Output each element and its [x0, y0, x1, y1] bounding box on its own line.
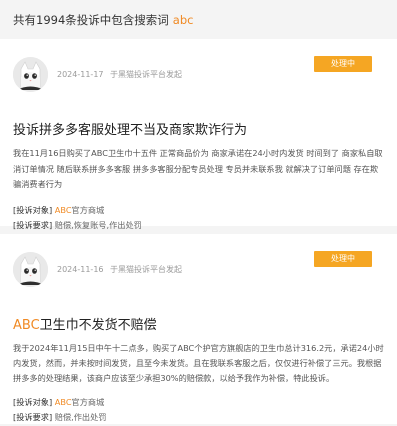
complaint-title[interactable]: ABC卫生巾不发货不赔偿: [13, 314, 384, 333]
target-name[interactable]: 官方商城: [72, 205, 105, 215]
cat-avatar-icon: [13, 57, 48, 92]
complaint-source: 于黑猫投诉平台发起: [110, 70, 183, 79]
complaint-request-row: [投诉要求] 赔偿,恢复账号,作出处罚: [13, 218, 384, 234]
target-name[interactable]: 官方商城: [72, 397, 105, 407]
status-badge: 处理中: [314, 56, 372, 72]
complaint-date: 2024-11-16: [57, 265, 104, 274]
target-label: [投诉对象]: [13, 204, 53, 215]
complaint-source: 于黑猫投诉平台发起: [110, 265, 183, 274]
target-label: [投诉对象]: [13, 396, 53, 407]
complaint-date: 2024-11-17: [57, 70, 104, 79]
complaint-target-row: [投诉对象] ABC官方商城: [13, 203, 384, 219]
complaint-card[interactable]: 2024-11-17 于黑猫投诉平台发起 处理中 投诉拼多多客服处理不当及商家欺…: [0, 39, 397, 230]
complaint-info: [投诉对象] ABC官方商城 [投诉要求] 赔偿,恢复账号,作出处罚: [13, 203, 384, 234]
complaint-title-keyword[interactable]: ABC: [13, 318, 40, 333]
search-keyword: abc: [172, 12, 194, 27]
result-count-text: 共有1994条投诉中包含搜索词: [13, 12, 169, 27]
complaint-title[interactable]: 投诉拼多多客服处理不当及商家欺诈行为: [13, 119, 384, 138]
complaint-request-row: [投诉要求] 赔偿,作出处罚: [13, 410, 384, 426]
request-value: 赔偿,作出处罚: [54, 412, 107, 423]
complaint-body: 我在11月16日购买了ABC卫生巾十五件 正常商品价为 商家承诺在24小时内发货…: [13, 148, 383, 190]
status-badge: 处理中: [314, 251, 372, 267]
complaint-meta: 2024-11-17 于黑猫投诉平台发起: [57, 69, 182, 80]
complaint-title-text[interactable]: 卫生巾不发货不赔偿: [40, 318, 157, 333]
complaint-body: 我于2024年11月15日中午十二点多，购买了ABC个护官方旗舰店的卫生巾总计3…: [13, 343, 384, 384]
request-label: [投诉要求]: [13, 412, 53, 423]
complaint-target-row: [投诉对象] ABC官方商城: [13, 395, 384, 411]
request-value: 赔偿,恢复账号,作出处罚: [54, 220, 142, 231]
request-label: [投诉要求]: [13, 220, 53, 231]
complaint-meta: 2024-11-16 于黑猫投诉平台发起: [57, 264, 182, 275]
complaint-title-text[interactable]: 投诉拼多多客服处理不当及商家欺诈行为: [13, 123, 247, 138]
complaint-card[interactable]: 2024-11-16 于黑猫投诉平台发起 处理中 ABC卫生巾不发货不赔偿 我于…: [0, 234, 397, 424]
target-keyword: ABC: [54, 396, 72, 407]
search-result-header: 共有1994条投诉中包含搜索词 abc: [0, 0, 397, 39]
target-keyword: ABC: [54, 204, 72, 215]
complaint-info: [投诉对象] ABC官方商城 [投诉要求] 赔偿,作出处罚: [13, 395, 384, 426]
cat-avatar-icon: [13, 252, 48, 287]
